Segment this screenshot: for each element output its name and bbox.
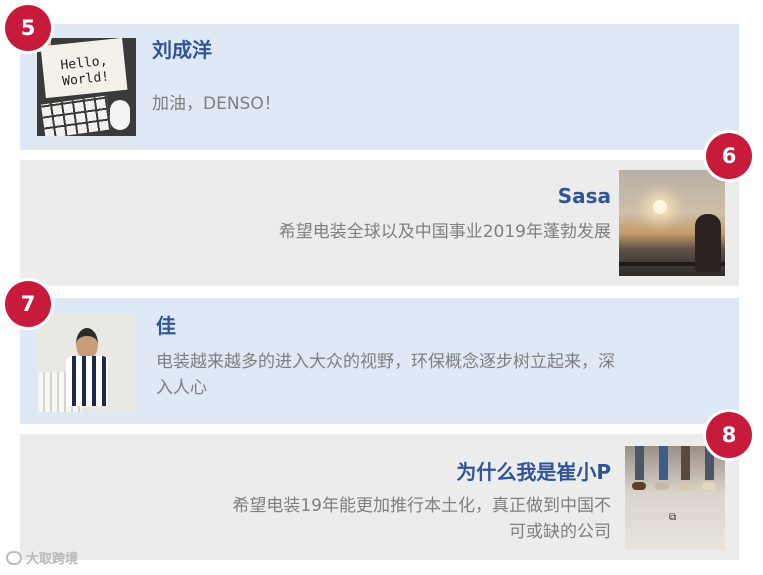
watermark-logo-icon bbox=[6, 550, 22, 565]
comment-message-line-1: 电装越来越多的进入大众的视野，环保概念逐步树立起来，深 bbox=[156, 352, 615, 372]
comment-card-6: Sasa 希望电装全球以及中国事业2019年蓬勃发展 bbox=[20, 160, 739, 286]
hello-world-text: Hello, World! bbox=[59, 53, 110, 90]
person-silhouette bbox=[695, 214, 721, 272]
comment-message-line-1: 希望电装19年能更加推行本土化，真正做到中国不 bbox=[232, 496, 611, 516]
number-badge-7: 7 bbox=[5, 281, 51, 327]
sun bbox=[653, 200, 667, 214]
number-badge-5: 5 bbox=[5, 5, 51, 51]
comment-message: 希望电装全球以及中国事业2019年蓬勃发展 bbox=[278, 222, 611, 242]
number-badge-6: 6 bbox=[706, 133, 752, 179]
avatar-sunset bbox=[619, 170, 725, 276]
commenter-name: 佳 bbox=[156, 314, 176, 338]
commenter-name: 为什么我是崔小P bbox=[456, 460, 611, 484]
watermark: 大取跨境 bbox=[6, 548, 78, 567]
shoe bbox=[678, 482, 692, 490]
comment-card-8: 为什么我是崔小P 希望电装19年能更加推行本土化，真正做到中国不 可或缺的公司 … bbox=[20, 434, 739, 560]
shoe bbox=[655, 482, 669, 490]
shoe bbox=[632, 482, 646, 490]
comment-message-line-2: 入人心 bbox=[156, 378, 207, 398]
mouse bbox=[110, 100, 130, 130]
number-badge-8: 8 bbox=[706, 412, 752, 458]
comment-message: 加油，DENSO！ bbox=[152, 94, 281, 114]
leg bbox=[659, 446, 668, 480]
comment-card-7: 佳 电装越来越多的进入大众的视野，环保概念逐步树立起来，深 入人心 bbox=[20, 298, 739, 424]
floor-logo-icon: ⧉ bbox=[669, 512, 677, 523]
leg bbox=[681, 446, 690, 480]
shoe bbox=[702, 482, 716, 490]
leg bbox=[635, 446, 644, 480]
avatar-boy bbox=[38, 314, 136, 412]
comment-card-5: Hello, World! 刘成洋 加油，DENSO！ bbox=[20, 24, 739, 150]
hello-world-paper: Hello, World! bbox=[40, 38, 128, 99]
watermark-text: 大取跨境 bbox=[26, 552, 79, 567]
commenter-name: Sasa bbox=[557, 184, 611, 208]
avatar-feet: ⧉ bbox=[625, 446, 725, 550]
commenter-name: 刘成洋 bbox=[152, 38, 212, 62]
keyboard bbox=[40, 95, 112, 136]
boy-striped-shirt bbox=[66, 356, 108, 406]
avatar-hello-world: Hello, World! bbox=[37, 38, 136, 136]
comment-message-line-2: 可或缺的公司 bbox=[509, 522, 611, 542]
